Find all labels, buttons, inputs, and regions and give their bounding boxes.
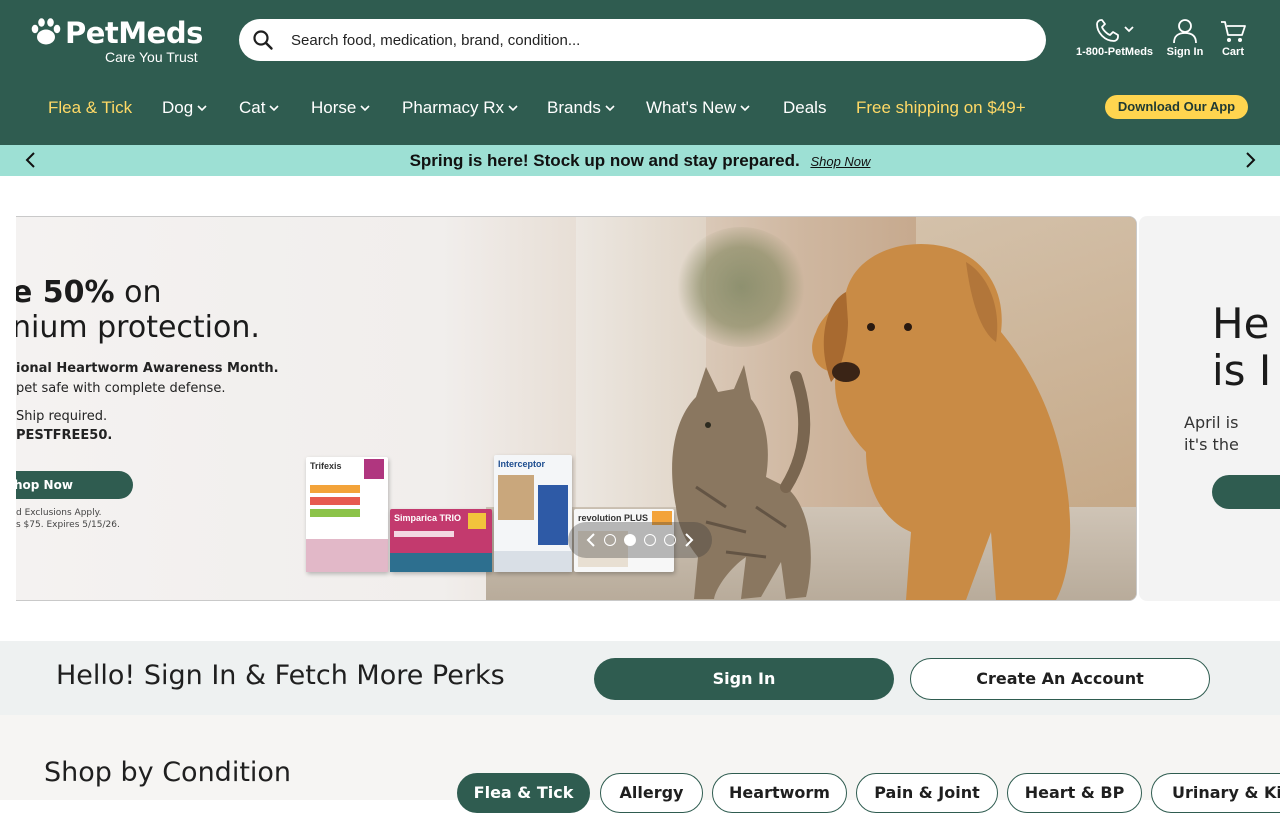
nav-label: Pharmacy Rx [402, 98, 505, 117]
carousel-dot-active[interactable] [624, 534, 636, 546]
shop-by-condition-title: Shop by Condition [44, 757, 292, 788]
next-slide-text-1: April is [1184, 413, 1239, 432]
cart-label: Cart [1221, 46, 1244, 58]
nav-label: Deals [783, 98, 827, 117]
nav-label: Cat [239, 98, 266, 117]
product-trifexis-box: Trifexis [306, 457, 388, 572]
condition-pill-heart-bp[interactable]: Heart & BP [1007, 773, 1142, 813]
create-account-button[interactable]: Create An Account [910, 658, 1210, 700]
condition-pill-pain-joint[interactable]: Pain & Joint [856, 773, 998, 813]
dog-image [812, 244, 1071, 600]
nav-whats-new[interactable]: What's New [646, 98, 750, 118]
nav-cat[interactable]: Cat [239, 98, 280, 118]
nav-label: Dog [162, 98, 194, 117]
search-input[interactable] [291, 27, 1011, 53]
phone-label: 1-800-PetMeds [1076, 46, 1154, 58]
hero-promo-code: PESTFREE50. [16, 428, 113, 443]
petmeds-logo[interactable]: PetMeds Care You Trust [30, 14, 210, 66]
hero-fineprint-1: d Exclusions Apply. [16, 508, 102, 518]
phone-link[interactable]: 1-800-PetMeds [1076, 18, 1153, 58]
condition-pill-flea-tick[interactable]: Flea & Tick [457, 773, 590, 813]
chevron-right-icon[interactable] [1241, 151, 1259, 169]
product-label: Interceptor [498, 459, 546, 469]
user-icon [1173, 19, 1197, 44]
nav-label: Horse [311, 98, 357, 117]
signin-label: Sign In [1166, 46, 1204, 58]
promo-banner: Spring is here! Stock up now and stay pr… [0, 145, 1280, 176]
hero-subtext-2: pet safe with complete defense. [16, 381, 226, 396]
chevron-down-icon [269, 105, 280, 112]
nav-label: What's New [646, 98, 737, 117]
product-label: Simparica TRIO [394, 513, 462, 523]
free-shipping-label: Free shipping on $49+ [856, 98, 1026, 117]
hero-shop-now-button[interactable]: hop Now [16, 471, 133, 499]
hero-subtext-3: Ship required. [16, 409, 108, 424]
chevron-down-icon [360, 105, 370, 112]
search-icon[interactable] [251, 28, 275, 52]
carousel-dot[interactable] [664, 534, 676, 546]
nav-deals[interactable]: Deals [783, 98, 826, 118]
chevron-down-icon [605, 105, 615, 112]
hero-headline-bold: e 50% [16, 275, 115, 310]
brand-name: PetMeds [65, 16, 203, 50]
hero-slide-next[interactable]: He is I April is it's the [1139, 216, 1280, 601]
signin-link[interactable]: Sign In [1166, 18, 1204, 58]
nav-flea-tick[interactable]: Flea & Tick [48, 98, 132, 118]
next-slide-headline-2: is I [1212, 346, 1272, 395]
promo-shop-now-link[interactable]: Shop Now [810, 154, 870, 169]
signin-perks-title: Hello! Sign In & Fetch More Perks [56, 660, 505, 691]
main-nav: Flea & Tick Dog Cat Horse Pharmacy Rx Br… [0, 90, 1280, 128]
carousel-prev-icon[interactable] [584, 532, 600, 548]
nav-horse[interactable]: Horse [311, 98, 370, 118]
product-label: Trifexis [310, 461, 342, 471]
condition-pill-urinary-kidney[interactable]: Urinary & Kid [1151, 773, 1280, 813]
next-slide-button[interactable] [1212, 475, 1280, 509]
phone-icon [1095, 19, 1134, 42]
hero-subtext-1: ional Heartworm Awareness Month. [16, 361, 279, 376]
signin-perks-band: Hello! Sign In & Fetch More Perks Sign I… [0, 641, 1280, 715]
hero-headline-rest: on [114, 275, 162, 310]
signin-button[interactable]: Sign In [594, 658, 894, 700]
hero-headline-line1: e 50% on [16, 275, 162, 310]
condition-pill-heartworm[interactable]: Heartworm [712, 773, 847, 813]
chevron-down-icon [740, 105, 750, 112]
nav-label: Flea & Tick [48, 98, 133, 117]
hero-carousel-controls [568, 522, 712, 558]
download-app-button[interactable]: Download Our App [1105, 95, 1248, 119]
nav-pharmacy-rx[interactable]: Pharmacy Rx [402, 98, 518, 118]
cart-icon [1221, 21, 1246, 42]
carousel-dot[interactable] [604, 534, 616, 546]
site-header: PetMeds Care You Trust 1-800-PetMeds Sig… [0, 0, 1280, 145]
nav-label: Brands [547, 98, 601, 117]
search-bar [239, 19, 1046, 61]
next-slide-headline-1: He [1212, 299, 1270, 348]
paw-logo-icon [31, 18, 61, 45]
free-shipping-link[interactable]: Free shipping on $49+ [856, 98, 1026, 118]
brand-tagline: Care You Trust [105, 49, 198, 65]
next-slide-text-2: it's the [1184, 435, 1239, 454]
chevron-down-icon [1123, 26, 1134, 33]
shop-by-condition-section: Shop by Condition Flea & Tick Allergy He… [0, 715, 1280, 813]
chevron-down-icon [197, 105, 207, 112]
chevron-down-icon [508, 105, 518, 112]
promo-message-row: Spring is here! Stock up now and stay pr… [0, 151, 1280, 171]
product-simparica-box: Simparica TRIO [390, 509, 492, 572]
condition-pill-allergy[interactable]: Allergy [600, 773, 703, 813]
promo-message: Spring is here! Stock up now and stay pr… [409, 151, 800, 170]
carousel-next-icon[interactable] [680, 532, 696, 548]
hero-fineprint-2: s $75. Expires 5/15/26. [16, 520, 120, 530]
hero-headline-line2: nium protection. [16, 310, 260, 345]
cart-link[interactable]: Cart [1218, 18, 1248, 58]
carousel-dot[interactable] [644, 534, 656, 546]
nav-brands[interactable]: Brands [547, 98, 615, 118]
product-interceptor-box: Interceptor [494, 455, 572, 572]
nav-dog[interactable]: Dog [162, 98, 207, 118]
